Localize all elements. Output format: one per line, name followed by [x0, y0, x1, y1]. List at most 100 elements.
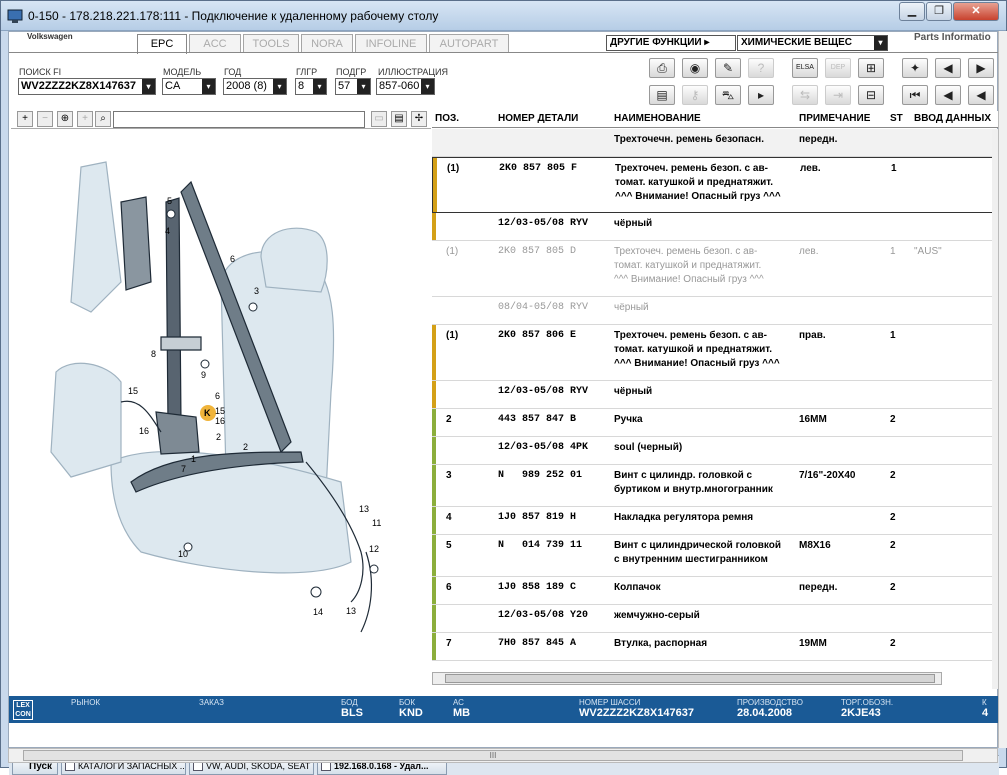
cell-note: 16MM [799, 414, 827, 425]
chemicals-dropdown[interactable]: ХИМИЧЕСКИЕ ВЕЩЕС ▾ [737, 35, 888, 51]
col-st[interactable]: ST [890, 113, 903, 124]
table-horizontal-scrollbar[interactable] [432, 672, 942, 685]
table-row[interactable]: 12/03-05/08 Y20 жемчужно-серый [432, 605, 999, 633]
zoom-fit-icon[interactable]: ⊕ [57, 111, 73, 127]
callout-15[interactable]: 15 [128, 386, 138, 396]
layout-icon[interactable]: ▤ [391, 111, 407, 127]
tab-epc[interactable]: EPC [137, 34, 187, 54]
table-row[interactable]: 12/03-05/08 4PK soul (черный) [432, 437, 999, 465]
keyboard-icon[interactable]: ▤ [649, 85, 675, 105]
illustration-search-input[interactable] [113, 111, 365, 128]
callout-k[interactable]: K [204, 408, 211, 418]
parts-illustration[interactable]: 5 4 6 3 8 9 15 16 6 15 16 2 7 1 10 2 13 … [11, 132, 429, 692]
maximize-button[interactable]: ❐ [926, 2, 952, 21]
scroll-thumb[interactable] [445, 674, 935, 683]
callout-14[interactable]: 14 [313, 607, 323, 617]
podgr-select[interactable]: 57 ▾ [335, 78, 371, 95]
depot-icon[interactable]: DEP [825, 58, 851, 78]
callout-13[interactable]: 13 [359, 504, 369, 514]
cell-name: чёрный [614, 302, 649, 313]
callout-8[interactable]: 8 [151, 349, 156, 359]
col-input[interactable]: ВВОД ДАННЫХ [914, 113, 991, 124]
callout-2b[interactable]: 2 [243, 442, 248, 452]
disc-icon[interactable]: ◉ [682, 58, 708, 78]
callout-13b[interactable]: 13 [346, 606, 356, 616]
fi-search-field[interactable]: WV2ZZZ2KZ8X147637 ▾ [18, 78, 156, 95]
callout-4[interactable]: 4 [165, 226, 170, 236]
table-row[interactable]: 08/04-05/08 RYV чёрный [432, 297, 999, 325]
zoom-area-icon[interactable]: + [77, 111, 93, 127]
callout-10[interactable]: 10 [178, 549, 188, 559]
callout-2[interactable]: 2 [216, 432, 221, 442]
callout-11[interactable]: 11 [372, 518, 381, 528]
scroll-thumb[interactable]: III [23, 750, 963, 761]
callout-16b[interactable]: 16 [215, 416, 225, 426]
key-icon[interactable]: ⚷ [682, 85, 708, 105]
callout-3[interactable]: 3 [254, 286, 259, 296]
cart-icon[interactable]: ⊟ [858, 85, 884, 105]
first-page-icon[interactable]: ⏮ [902, 85, 928, 105]
other-functions-menu[interactable]: ДРУГИЕ ФУНКЦИИ ▸ [606, 35, 736, 51]
table-row[interactable]: 12/03-05/08 RYV чёрный [432, 213, 999, 241]
illustration-select[interactable]: 857-060 ▾ [376, 78, 435, 95]
table-row[interactable]: 12/03-05/08 RYV чёрный [432, 381, 999, 409]
tab-tools[interactable]: TOOLS [243, 34, 299, 53]
table-row[interactable]: 4 1J0 857 819 H Накладка регулятора ремня 2 [432, 507, 999, 535]
window-vertical-scrollbar[interactable] [998, 31, 1007, 748]
cell-inp: "AUS" [914, 246, 942, 257]
zoom-in-icon[interactable]: + [17, 111, 33, 127]
minimize-button[interactable]: ▁ [899, 2, 925, 21]
tab-infoline[interactable]: INFOLINE [355, 34, 427, 53]
prev-page-icon[interactable]: ◀ [935, 85, 961, 105]
print-icon[interactable]: ⎙ [649, 58, 675, 78]
tools-icon[interactable]: ✎ [715, 58, 741, 78]
callout-6[interactable]: 6 [230, 254, 235, 264]
col-note[interactable]: ПРИМЕЧАНИЕ [799, 113, 870, 124]
cell-num: 12/03-05/08 Y20 [498, 610, 589, 621]
table-row[interactable]: 7 7H0 857 845 A Втулка, распорная 19MM 2 [432, 633, 999, 661]
callout-15b[interactable]: 15 [215, 406, 225, 416]
model-select[interactable]: CA ▾ [162, 78, 216, 95]
transfer-icon[interactable]: ⇥ [825, 85, 851, 105]
col-part-number[interactable]: НОМЕР ДЕТАЛИ [498, 113, 578, 124]
col-name[interactable]: НАИМЕНОВАНИЕ [614, 113, 701, 124]
table-row[interactable]: (1) 2K0 857 805 D Трехточеч. ремень безоп.… [432, 241, 999, 297]
table-row[interactable]: (1) 2K0 857 805 F Трехточеч. ремень безоп.… [432, 157, 999, 213]
elsa-icon[interactable]: ELSA [792, 58, 818, 78]
callout-12[interactable]: 12 [369, 544, 379, 554]
compare-icon[interactable]: ⇆ [792, 85, 818, 105]
table-row[interactable]: 3 N 989 252 01 Винт с цилиндр. головкой с … [432, 465, 999, 507]
callout-16[interactable]: 16 [139, 426, 149, 436]
callout-6b[interactable]: 6 [215, 391, 220, 401]
table-row[interactable]: 5 N 014 739 11 Винт с цилиндрической голов… [432, 535, 999, 577]
list-back-icon[interactable]: ◀ [935, 58, 961, 78]
table-row[interactable]: Трехточечн. ремень безопасн. передн. [432, 129, 999, 157]
list-forward-icon[interactable]: ▶ [968, 58, 994, 78]
car-icon[interactable]: ⛍ [715, 85, 741, 105]
callout-1[interactable]: 1 [191, 454, 196, 464]
podgr-label: ПОДГР [336, 67, 367, 77]
step-back-icon[interactable]: ▸ [748, 85, 774, 105]
cart-add-icon[interactable]: ⊞ [858, 58, 884, 78]
window-horizontal-scrollbar[interactable]: III [8, 748, 998, 763]
zoom-out-icon[interactable]: − [37, 111, 53, 127]
pin-icon[interactable]: ✦ [902, 58, 928, 78]
tab-acc[interactable]: ACC [189, 34, 241, 53]
glgr-select[interactable]: 8 ▾ [295, 78, 327, 95]
tab-autopart[interactable]: AUTOPART [429, 34, 509, 53]
callout-7[interactable]: 7 [181, 464, 186, 474]
search-icon[interactable]: ⌕ [95, 111, 111, 127]
help-icon[interactable]: ? [748, 58, 774, 78]
callout-9[interactable]: 9 [201, 370, 206, 380]
table-row[interactable]: (1) 2K0 857 806 E Трехточеч. ремень безоп.… [432, 325, 999, 381]
year-select[interactable]: 2008 (8) ▾ [223, 78, 287, 95]
split-view-icon[interactable]: ▭ [371, 111, 387, 127]
tab-nora[interactable]: NORA [301, 34, 353, 53]
move-icon[interactable]: ✢ [411, 111, 427, 127]
next-page-icon[interactable]: ◀ [968, 85, 994, 105]
table-row[interactable]: 6 1J0 858 189 C Колпачок передн. 2 [432, 577, 999, 605]
col-pos[interactable]: ПОЗ. [435, 113, 459, 124]
callout-5[interactable]: 5 [167, 196, 172, 206]
close-button[interactable]: ✕ [953, 2, 999, 21]
table-row[interactable]: 2 443 857 847 B Ручка 16MM 2 [432, 409, 999, 437]
